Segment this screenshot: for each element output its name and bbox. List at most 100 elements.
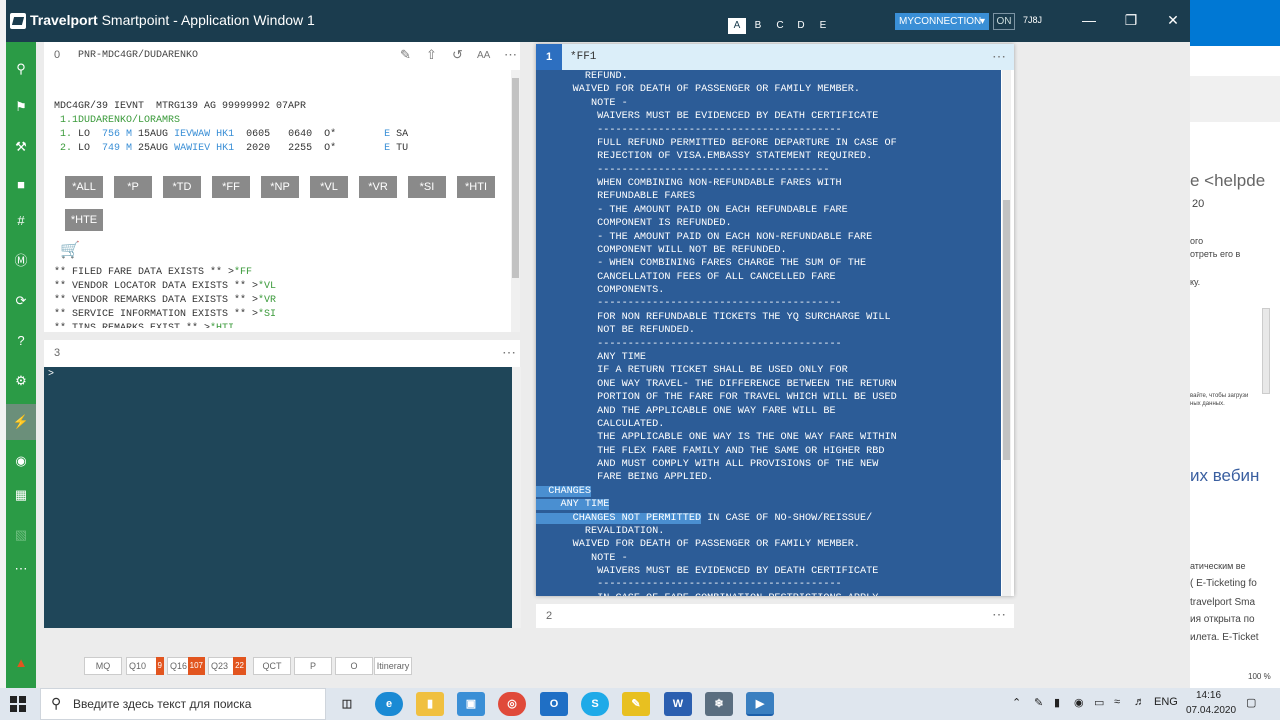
left-sidebar: ⚲ ⚑ ⚒ ■ # Ⓜ ⟳ ? ⚙ ⚡ ◉ ▦ ▧ ⋯ ▲ (6, 42, 36, 688)
panel-menu-icon[interactable]: ⋯ (992, 48, 1007, 65)
note-link[interactable]: *FF (234, 267, 252, 278)
terminal-scrollbar[interactable] (512, 367, 521, 628)
refresh-icon[interactable]: ⟳ (12, 292, 30, 310)
fs-icon[interactable]: ▦ (12, 486, 30, 504)
font-size-icon[interactable]: AA (477, 50, 490, 61)
panel-menu-icon[interactable]: ⋯ (502, 344, 517, 361)
tray-battery-icon[interactable]: ▭ (1094, 696, 1104, 709)
note-link[interactable]: *HTI (210, 323, 234, 328)
browser-text-12: ия открыта по (1190, 614, 1255, 625)
explorer-icon[interactable]: ▮ (416, 692, 444, 716)
tray-chevron-icon[interactable]: ⌃ (1012, 696, 1021, 709)
outlook-icon[interactable]: O (540, 692, 568, 716)
word-icon[interactable]: W (664, 692, 692, 716)
fare-rule-line: REJECTION OF VISA.EMBASSY STATEMENT REQU… (536, 151, 873, 163)
alert-icon[interactable]: ▲ (12, 654, 30, 672)
wrench-icon[interactable]: ⚒ (12, 138, 30, 156)
settings-app-icon[interactable]: ❄ (705, 692, 733, 716)
store-icon[interactable]: ▣ (457, 692, 485, 716)
hash-icon[interactable]: # (12, 212, 30, 230)
command-button[interactable]: *SI (408, 176, 446, 198)
command-button[interactable]: *TD (163, 176, 201, 198)
smartpoint-taskbar-icon[interactable]: ▶ (746, 692, 774, 716)
tag-icon[interactable]: ⚑ (12, 98, 30, 116)
browser-text-1: e <helpde (1190, 171, 1266, 190)
minimize-icon[interactable]: — (1079, 10, 1099, 30)
command-button[interactable]: *P (114, 176, 152, 198)
tc-icon[interactable]: ▧ (12, 526, 30, 544)
notification-icon[interactable]: ▢ (1246, 696, 1256, 709)
more-icon[interactable]: ⋯ (12, 560, 30, 578)
pnr-note: ** FILED FARE DATA EXISTS ** >*FF (54, 266, 276, 280)
fare-rule-line: ---------------------------------------- (536, 338, 842, 350)
task-view-icon[interactable]: ◫ (333, 692, 361, 716)
fare-rule-line: NOT BE REFUNDED. (536, 325, 695, 337)
workspace-tab-e[interactable]: E (814, 18, 832, 34)
queue-button[interactable]: MQ (84, 657, 122, 675)
pen-icon[interactable]: ✎ (622, 692, 650, 716)
segment-row[interactable]: 1. LO 756 M 15AUG IEVWAW HK1 0605 0640 O… (54, 128, 408, 142)
tray-pen-icon[interactable]: ✎ (1034, 696, 1043, 709)
edge-icon[interactable]: e (375, 692, 403, 716)
queue-button[interactable]: O (335, 657, 373, 675)
command-button[interactable]: *VL (310, 176, 348, 198)
tray-camera-icon[interactable]: ◉ (1074, 696, 1084, 709)
terminal-input-area[interactable]: > (44, 367, 512, 628)
queue-button[interactable]: P (294, 657, 332, 675)
tray-wifi-icon[interactable]: ≈ (1114, 696, 1120, 708)
passenger-name[interactable]: 1.1DUDARENKO/LORAMRS (54, 114, 180, 128)
workspace-tab-d[interactable]: D (792, 18, 810, 34)
fare-scrollbar[interactable] (1002, 70, 1011, 596)
command-button[interactable]: *HTE (65, 209, 103, 231)
fare-rules-text[interactable]: REFUND. WAIVED FOR DEATH OF PASSENGER OR… (536, 70, 1001, 596)
on-toggle[interactable]: ON (993, 13, 1015, 30)
chrome-icon[interactable]: ◎ (498, 692, 526, 716)
queue-button[interactable]: QCT (253, 657, 291, 675)
clock-date[interactable]: 07.04.2020 (1186, 705, 1236, 716)
close-icon[interactable]: ✕ (1163, 10, 1183, 30)
workspace-tab-b[interactable]: B (749, 18, 767, 34)
history-icon[interactable]: ↺ (452, 47, 463, 63)
share-icon[interactable]: ⇧ (426, 47, 437, 63)
segment-row[interactable]: 2. LO 749 M 25AUG WAWIEV HK1 2020 2255 O… (54, 142, 408, 156)
queue-button[interactable]: Q16 107 (167, 657, 205, 675)
location-icon[interactable]: ◉ (12, 452, 30, 470)
command-button[interactable]: *FF (212, 176, 250, 198)
m-icon[interactable]: Ⓜ (12, 252, 30, 270)
skype-icon[interactable]: S (581, 692, 609, 716)
pnr-scrollbar[interactable] (511, 70, 520, 332)
browser-text-6: вайте, чтобы загрузи (1190, 393, 1249, 399)
screen-icon[interactable]: ■ (12, 176, 30, 194)
taskbar-search[interactable]: ⚲ Введите здесь текст для поиска (40, 688, 326, 720)
pnr-note: ** VENDOR REMARKS DATA EXISTS ** >*VR (54, 294, 276, 308)
search-placeholder: Введите здесь текст для поиска (73, 697, 252, 711)
tray-usb-icon[interactable]: ▮ (1054, 696, 1060, 709)
command-button[interactable]: *NP (261, 176, 299, 198)
command-button[interactable]: *ALL (65, 176, 103, 198)
panel-menu-icon[interactable]: ⋯ (504, 47, 517, 63)
command-button[interactable]: *VR (359, 176, 397, 198)
edit-icon[interactable]: ✎ (400, 47, 411, 63)
windows-start-icon[interactable] (10, 696, 26, 712)
note-link[interactable]: *VR (258, 295, 276, 306)
workspace-tab-c[interactable]: C (771, 18, 789, 34)
browser-scrollbar[interactable] (1262, 308, 1270, 394)
panel-menu-icon[interactable]: ⋯ (992, 606, 1007, 623)
queue-button[interactable]: Itinerary (374, 657, 412, 675)
command-button[interactable]: *HTI (457, 176, 495, 198)
search-icon[interactable]: ⚲ (12, 60, 30, 78)
queue-button[interactable]: Q23 22 (208, 657, 246, 675)
gear-icon[interactable]: ⚙ (12, 372, 30, 390)
clock-time[interactable]: 14:16 (1196, 690, 1221, 701)
tray-volume-icon[interactable]: ♬ (1134, 696, 1145, 708)
connection-dropdown[interactable]: MYCONNECTION ▾ (895, 13, 989, 30)
help-icon[interactable]: ? (12, 332, 30, 350)
plug-icon[interactable]: ⚡ (6, 404, 36, 440)
note-link[interactable]: *VL (258, 281, 276, 292)
workspace-tab-a[interactable]: A (728, 18, 746, 34)
note-link[interactable]: *SI (258, 309, 276, 320)
maximize-icon[interactable]: ❐ (1121, 10, 1141, 30)
cart-icon[interactable]: 🛒 (60, 240, 80, 260)
queue-button[interactable]: Q10 9 (126, 657, 164, 675)
language-indicator[interactable]: ENG (1154, 696, 1178, 708)
